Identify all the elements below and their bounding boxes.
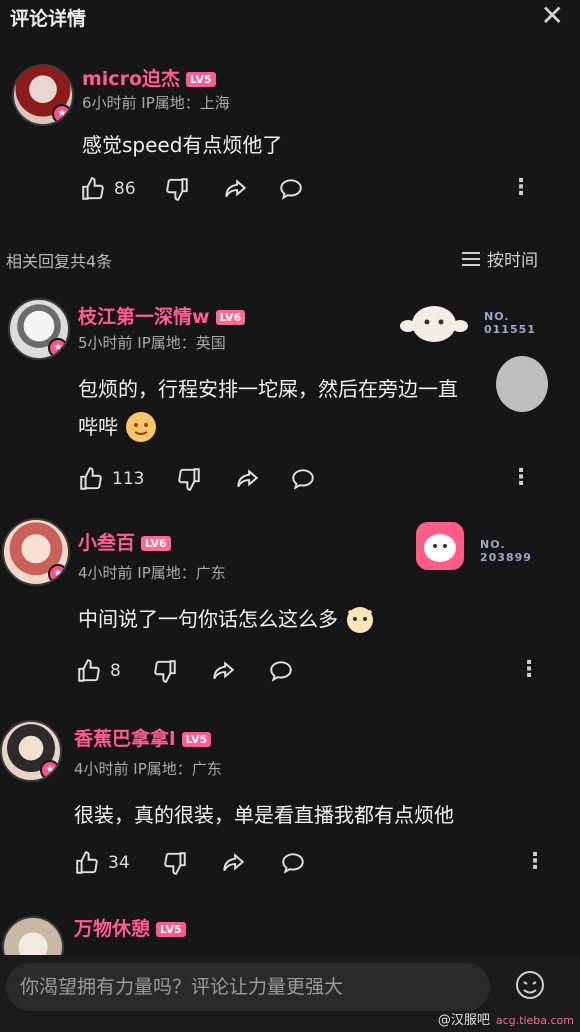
fan-card-number: NO. 011551 bbox=[484, 310, 536, 336]
like-count: 86 bbox=[114, 179, 136, 199]
comment-author[interactable]: 枝江第一深情w LV6 bbox=[78, 302, 246, 329]
page-title: 评论详情 bbox=[10, 8, 87, 30]
dislike-button[interactable] bbox=[152, 656, 178, 686]
more-options-icon[interactable]: ⋮ bbox=[510, 177, 532, 199]
emoji-sticker-icon bbox=[347, 607, 373, 633]
share-button[interactable] bbox=[234, 464, 260, 494]
share-icon bbox=[223, 853, 245, 872]
like-count: 113 bbox=[112, 469, 145, 489]
verified-badge-icon: ★ bbox=[48, 338, 68, 358]
comment-bubble-icon bbox=[292, 469, 314, 490]
sort-lines-icon bbox=[462, 251, 480, 266]
replies-header: 相关回复共4条 按时间 bbox=[0, 244, 580, 274]
share-button[interactable] bbox=[210, 656, 236, 686]
comment-actions: 34 bbox=[74, 848, 544, 878]
replies-count: 相关回复共4条 bbox=[6, 252, 113, 271]
thumbs-down-icon bbox=[166, 178, 188, 201]
comment-bubble-icon bbox=[282, 853, 304, 874]
thumbs-up-icon bbox=[80, 467, 102, 490]
sort-toggle[interactable]: 按时间 bbox=[461, 246, 538, 271]
fan-card-number: NO. 203899 bbox=[480, 538, 532, 564]
avatar[interactable]: ★ bbox=[2, 518, 70, 586]
close-icon[interactable]: ✕ bbox=[541, 2, 564, 30]
avatar[interactable]: ★ bbox=[8, 298, 70, 360]
comment-meta: 6小时前 IP属地：上海 bbox=[82, 94, 230, 112]
thumbs-down-icon bbox=[178, 468, 200, 491]
comment-author[interactable]: 香蕉巴拿拿l LV5 bbox=[74, 724, 212, 751]
share-icon bbox=[237, 469, 259, 488]
comment-text: 很装，真的很装，单是看直播我都有点烦他 bbox=[74, 803, 454, 827]
comment-meta: 4小时前 IP属地：广东 bbox=[74, 760, 222, 778]
comment-author[interactable]: micro迫杰 LV5 bbox=[82, 64, 216, 91]
like-button[interactable]: 8 bbox=[76, 656, 121, 686]
avatar[interactable]: ★ bbox=[12, 64, 74, 126]
thumbs-down-icon bbox=[164, 852, 186, 875]
comment-actions: 113 bbox=[78, 464, 538, 494]
share-button[interactable] bbox=[220, 848, 246, 878]
reply-item: ★ 香蕉巴拿拿l LV5 4小时前 IP属地：广东 很装，真的很装，单是看直播我都… bbox=[0, 714, 580, 894]
reply-button[interactable] bbox=[268, 656, 294, 686]
share-button[interactable] bbox=[222, 174, 248, 204]
dislike-button[interactable] bbox=[162, 848, 188, 878]
reply-button[interactable] bbox=[278, 174, 304, 204]
comment-actions: 86 bbox=[80, 174, 530, 204]
level-badge: LV6 bbox=[215, 310, 246, 325]
fan-mascot-icon bbox=[416, 522, 464, 570]
thumbs-down-icon bbox=[154, 660, 176, 683]
thumbs-up-icon bbox=[82, 177, 104, 200]
more-options-icon[interactable]: ⋮ bbox=[510, 467, 532, 489]
dislike-button[interactable] bbox=[164, 174, 190, 204]
reply-button[interactable] bbox=[290, 464, 316, 494]
level-badge: LV6 bbox=[141, 536, 171, 551]
emoji-icon[interactable] bbox=[514, 969, 546, 1001]
avatar[interactable]: ★ bbox=[0, 720, 62, 782]
share-icon bbox=[213, 661, 235, 680]
comment-bubble-icon bbox=[270, 661, 292, 682]
comment-input[interactable]: 你渴望拥有力量吗？评论让力量更强大 bbox=[6, 963, 490, 1011]
reply-item: 万物休憩 LV5 bbox=[0, 908, 580, 956]
comment-author[interactable]: 小叁百 LV6 bbox=[78, 528, 171, 555]
dislike-button[interactable] bbox=[176, 464, 202, 494]
comment-input-bar: 你渴望拥有力量吗？评论让力量更强大 @汉服吧 acg.tieba.com bbox=[0, 955, 580, 1032]
fan-mascot-icon bbox=[400, 306, 468, 342]
reply-item: ★ 小叁百 LV6 4小时前 IP属地：广东 NO. 203899 中间说了一句你话… bbox=[0, 516, 580, 696]
thumbs-up-icon bbox=[78, 659, 100, 682]
level-badge: LV5 bbox=[186, 72, 216, 87]
verified-badge-icon: ★ bbox=[52, 104, 72, 124]
like-count: 8 bbox=[110, 661, 121, 681]
share-icon bbox=[225, 179, 247, 198]
like-button[interactable]: 86 bbox=[80, 174, 136, 204]
more-options-icon[interactable]: ⋮ bbox=[524, 851, 546, 873]
comment-actions: 8 bbox=[76, 656, 536, 686]
comment-author[interactable]: 万物休憩 LV5 bbox=[74, 914, 186, 941]
like-button[interactable]: 113 bbox=[78, 464, 144, 494]
comment-text: 包烦的，行程安排一坨屎，然后在旁边一直 哔哔 bbox=[78, 370, 538, 446]
comment-text: 中间说了一句你话怎么这么多 bbox=[78, 600, 376, 638]
more-options-icon[interactable]: ⋮ bbox=[518, 659, 540, 681]
like-button[interactable]: 34 bbox=[74, 848, 130, 878]
header: 评论详情 ✕ bbox=[0, 0, 580, 36]
reply-button[interactable] bbox=[280, 848, 306, 878]
level-badge: LV5 bbox=[181, 732, 212, 747]
thumbs-up-icon bbox=[76, 851, 98, 874]
reply-item: ★ 枝江第一深情w LV6 5小时前 IP属地：英国 NO. 011551 包烦的，… bbox=[0, 292, 580, 492]
avatar[interactable] bbox=[2, 916, 64, 956]
scroll-handle[interactable] bbox=[496, 356, 548, 412]
watermark: @汉服吧 acg.tieba.com bbox=[437, 1013, 574, 1028]
main-comment: ★ micro迫杰 LV5 6小时前 IP属地：上海 感觉speed有点烦他了 8… bbox=[0, 60, 580, 220]
comment-bubble-icon bbox=[280, 179, 302, 200]
like-count: 34 bbox=[108, 853, 130, 873]
verified-badge-icon: ★ bbox=[40, 760, 60, 780]
comment-meta: 4小时前 IP属地：广东 bbox=[78, 564, 226, 582]
comment-meta: 5小时前 IP属地：英国 bbox=[78, 334, 226, 352]
verified-badge-icon: ★ bbox=[48, 564, 68, 584]
emoji-sticker-icon bbox=[126, 412, 156, 442]
comment-text: 感觉speed有点烦他了 bbox=[82, 133, 283, 157]
level-badge: LV5 bbox=[156, 922, 186, 937]
